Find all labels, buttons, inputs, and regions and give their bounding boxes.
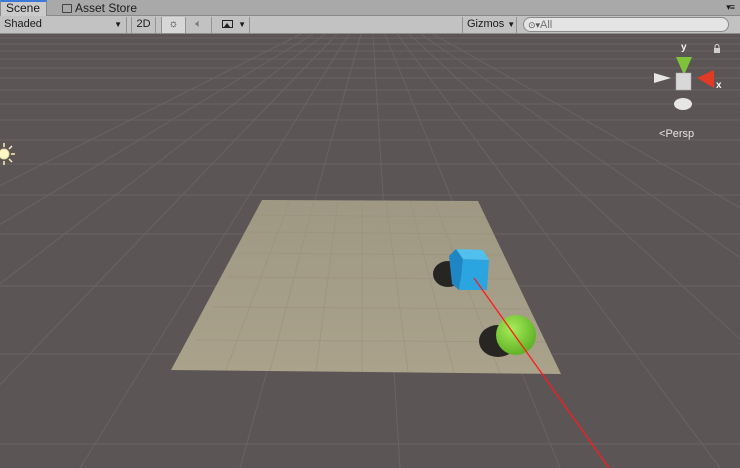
gizmo-y-cone[interactable] — [676, 57, 692, 75]
search-input[interactable] — [540, 18, 720, 31]
image-effects-icon — [222, 20, 233, 28]
gizmos-dropdown[interactable]: Gizmos ▼ — [462, 17, 517, 33]
sphere-object[interactable] — [496, 315, 536, 355]
lock-icon[interactable] — [713, 44, 721, 53]
search-icon: ⊙▾ — [528, 20, 541, 30]
chevron-down-icon: ▼ — [114, 20, 122, 29]
gizmo-x-cone[interactable] — [697, 70, 714, 88]
gizmo-y-label: y — [681, 42, 687, 53]
draw-mode-label: Shaded — [4, 18, 42, 30]
draw-mode-dropdown[interactable]: Shaded ▼ — [0, 17, 127, 33]
tab-bar: Scene Asset Store ▾≡ — [0, 0, 740, 16]
gizmo-neg-x-cone[interactable] — [654, 73, 671, 83]
orientation-gizmo[interactable]: y x — [654, 42, 722, 110]
tab-asset-store[interactable]: Asset Store — [57, 0, 142, 16]
tab-menu-icon[interactable]: ▾≡ — [726, 2, 735, 12]
lighting-toggle-button[interactable]: ☼ — [161, 17, 186, 33]
gizmos-label: Gizmos — [467, 18, 505, 30]
store-icon — [62, 4, 72, 13]
chevron-down-icon: ▼ — [238, 20, 246, 29]
sun-light-icon[interactable] — [0, 143, 15, 165]
scene-toolbar: Shaded ▼ 2D ☼ 🔈︎ ▼ Gizmos ▼ ⊙▾ — [0, 16, 740, 34]
tab-scene[interactable]: Scene — [0, 0, 47, 16]
cube-object[interactable] — [449, 249, 489, 290]
projection-label: Persp — [665, 128, 695, 140]
hierarchy-search-field[interactable]: ⊙▾ — [523, 17, 729, 32]
scene-canvas[interactable]: y x — [0, 34, 740, 468]
audio-toggle-button[interactable]: 🔈︎ — [186, 17, 212, 33]
projection-toggle[interactable]: <Persp — [659, 128, 694, 140]
gizmo-center-cube[interactable] — [675, 72, 692, 91]
scene-viewport[interactable]: y x — [0, 34, 740, 468]
effects-dropdown[interactable]: ▼ — [214, 17, 250, 33]
2d-toggle-button[interactable]: 2D — [131, 17, 156, 33]
tab-scene-label: Scene — [6, 1, 41, 15]
chevron-down-icon: ▼ — [507, 20, 516, 29]
audio-icon: 🔈︎ — [195, 18, 202, 30]
gizmo-x-label: x — [716, 80, 722, 91]
light-icon: ☼ — [168, 18, 179, 30]
tab-asset-store-label: Asset Store — [75, 1, 138, 15]
gizmo-neg-y-cone[interactable] — [674, 98, 692, 110]
2d-label: 2D — [136, 18, 151, 30]
